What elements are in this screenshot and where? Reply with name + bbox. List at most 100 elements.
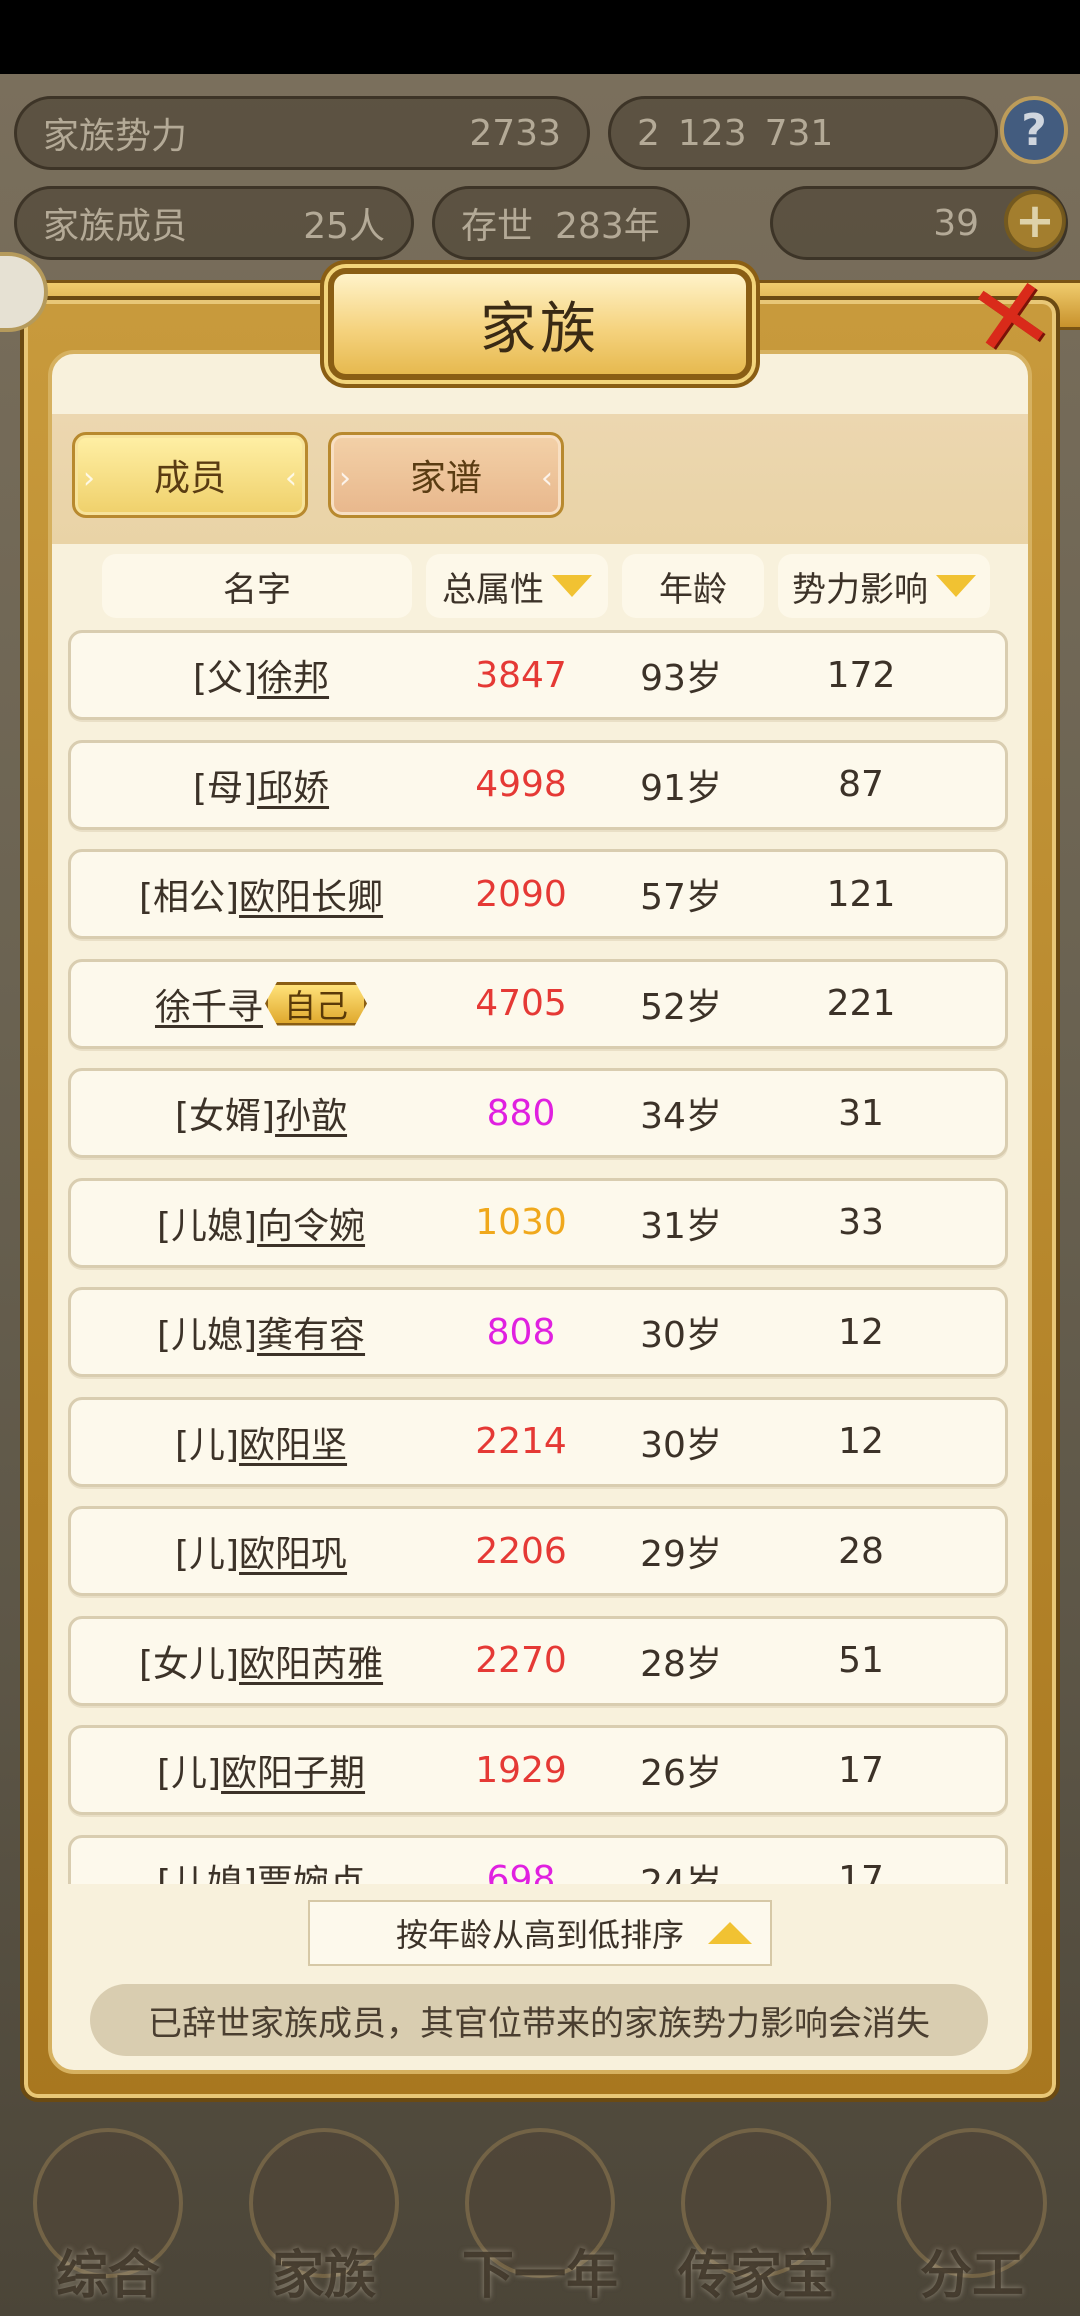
member-relation: [儿] xyxy=(174,1424,240,1466)
member-age: 26岁 xyxy=(640,1753,722,1794)
sort-down-icon xyxy=(936,575,976,597)
member-name-cell: [母] 邱娇 xyxy=(71,743,451,827)
member-name-link[interactable]: 欧阳坚 xyxy=(239,1416,347,1468)
member-attr: 2090 xyxy=(475,873,567,915)
family-power-bar: 家族势力 2733 xyxy=(14,96,590,170)
family-members-value: 25人 xyxy=(303,206,385,247)
sort-down-icon xyxy=(552,575,592,597)
table-row[interactable]: [儿] 欧阳巩 2206 29岁 28 xyxy=(68,1506,1008,1596)
nav-heirloom[interactable]: 传家宝 xyxy=(661,2118,851,2308)
sort-up-icon xyxy=(708,1922,752,1944)
nav-next-year[interactable]: 下一年 xyxy=(445,2118,635,2308)
member-name-cell: [儿媳] 贾婉贞 xyxy=(71,1838,451,1885)
member-relation: [女儿] xyxy=(138,1643,240,1685)
member-relation: [女婿] xyxy=(174,1096,276,1137)
member-influence: 17 xyxy=(838,1749,884,1791)
member-name-link[interactable]: 邱娇 xyxy=(257,759,329,811)
member-age: 30岁 xyxy=(640,1315,722,1356)
member-attr: 808 xyxy=(486,1311,556,1353)
help-icon[interactable]: ? xyxy=(1000,96,1068,164)
table-header: 名字 总属性 年龄 势力影响 xyxy=(0,554,1080,618)
header-name-label: 名字 xyxy=(223,569,291,610)
member-name-cell: 徐千寻 自己 xyxy=(71,962,451,1046)
nav-family[interactable]: 家族 xyxy=(229,2118,419,2308)
table-row[interactable]: [母] 邱娇 4998 91岁 87 xyxy=(68,739,1008,830)
header-influence[interactable]: 势力影响 xyxy=(778,554,990,618)
member-attr: 880 xyxy=(486,1092,556,1134)
member-name-link[interactable]: 向令婉 xyxy=(257,1197,365,1249)
member-name-link[interactable]: 欧阳子期 xyxy=(221,1744,365,1796)
table-row[interactable]: [儿] 欧阳子期 1929 26岁 17 xyxy=(68,1725,1008,1815)
member-age: 52岁 xyxy=(640,986,722,1028)
add-gold-button[interactable]: + xyxy=(1004,190,1066,252)
member-influence: 172 xyxy=(826,654,896,696)
chevron-right-icon: ‹ xyxy=(285,461,297,496)
table-row[interactable]: [儿] 欧阳坚 2214 30岁 12 xyxy=(68,1396,1008,1487)
member-age: 29岁 xyxy=(640,1534,722,1575)
family-power-value: 2733 xyxy=(469,112,561,154)
header-attr-label: 总属性 xyxy=(442,569,544,610)
tab-members[interactable]: › 成员 ‹ xyxy=(72,432,308,518)
table-row[interactable]: [儿媳] 龚有容 808 30岁 12 xyxy=(68,1287,1008,1377)
member-age: 34岁 xyxy=(640,1096,722,1137)
member-name-link[interactable]: 贾婉贞 xyxy=(257,1854,365,1885)
member-name-link[interactable]: 徐邦 xyxy=(257,649,329,701)
table-row[interactable]: 徐千寻 自己 4705 52岁 221 xyxy=(68,958,1008,1049)
resource-b: 123 xyxy=(677,112,747,154)
dialog-title: 家族 xyxy=(480,296,600,362)
member-name-cell: [女婿] 孙歆 xyxy=(71,1071,451,1155)
member-attr: 2214 xyxy=(475,1421,567,1462)
nav-overview[interactable]: 综合 xyxy=(13,2118,203,2308)
self-badge: 自己 xyxy=(265,981,368,1026)
member-influence: 28 xyxy=(838,1530,884,1572)
member-attr: 2206 xyxy=(475,1530,567,1572)
member-age: 28岁 xyxy=(640,1643,722,1685)
member-name-link[interactable]: 孙歆 xyxy=(275,1087,347,1139)
table-row[interactable]: [女婿] 孙歆 880 34岁 31 xyxy=(68,1068,1008,1158)
member-age: 24岁 xyxy=(640,1862,722,1885)
dialog-title-plate: 家族 xyxy=(328,268,752,380)
member-age: 31岁 xyxy=(640,1205,722,1247)
member-influence: 33 xyxy=(838,1202,884,1243)
table-row[interactable]: [儿媳] 贾婉贞 698 24岁 17 xyxy=(68,1834,1008,1885)
member-attr: 1929 xyxy=(475,1749,567,1791)
gold-value: 39 xyxy=(933,202,979,244)
member-age: 93岁 xyxy=(640,658,722,699)
header-age[interactable]: 年龄 xyxy=(622,554,764,618)
member-relation: [父] xyxy=(192,658,258,699)
close-icon: ✕ xyxy=(959,252,1063,382)
member-name-link[interactable]: 欧阳巩 xyxy=(239,1525,347,1577)
member-name-link[interactable]: 龚有容 xyxy=(257,1306,365,1358)
family-members-label: 家族成员 xyxy=(43,206,188,247)
member-influence: 51 xyxy=(838,1640,884,1681)
member-name-link[interactable]: 欧阳长卿 xyxy=(239,868,383,920)
member-age: 30岁 xyxy=(640,1424,722,1466)
member-attr: 2270 xyxy=(475,1640,567,1681)
chevron-right-icon: ‹ xyxy=(541,461,553,496)
member-relation: [儿媳] xyxy=(156,1862,258,1885)
nav-division[interactable]: 分工 xyxy=(877,2118,1067,2308)
member-attr: 4705 xyxy=(475,983,567,1024)
member-name-link[interactable]: 徐千寻 xyxy=(155,978,263,1030)
table-row[interactable]: [女儿] 欧阳芮雅 2270 28岁 51 xyxy=(68,1615,1008,1706)
header-attr[interactable]: 总属性 xyxy=(426,554,608,618)
table-row[interactable]: [父] 徐邦 3847 93岁 172 xyxy=(68,630,1008,720)
table-row[interactable]: [相公] 欧阳长卿 2090 57岁 121 xyxy=(68,849,1008,939)
close-button[interactable]: ✕ xyxy=(956,252,1066,382)
nav-family-label: 家族 xyxy=(271,2246,376,2306)
member-age: 57岁 xyxy=(640,877,722,918)
member-name-cell: [儿] 欧阳坚 xyxy=(71,1400,451,1484)
tab-members-label: 成员 xyxy=(153,458,226,499)
member-relation: [儿] xyxy=(174,1534,240,1575)
member-name-cell: [儿媳] 向令婉 xyxy=(71,1181,451,1265)
member-name-link[interactable]: 欧阳芮雅 xyxy=(239,1635,383,1687)
resource-bar: 2 123 731 xyxy=(608,96,998,170)
member-list: [父] 徐邦 3847 93岁 172 [母] 邱娇 4998 91岁 87 [相公] 欧阳长卿 209… xyxy=(68,630,1008,1884)
tab-genealogy[interactable]: › 家谱 ‹ xyxy=(328,432,564,518)
bottom-nav: 综合 家族 下一年 传家宝 分工 xyxy=(0,2110,1080,2316)
member-influence: 31 xyxy=(838,1092,884,1134)
family-members-bar: 家族成员 25人 xyxy=(14,186,414,260)
sort-by-age-button[interactable]: 按年龄从高到低排序 xyxy=(308,1900,772,1966)
table-row[interactable]: [儿媳] 向令婉 1030 31岁 33 xyxy=(68,1177,1008,1268)
member-name-cell: [相公] 欧阳长卿 xyxy=(71,852,451,936)
